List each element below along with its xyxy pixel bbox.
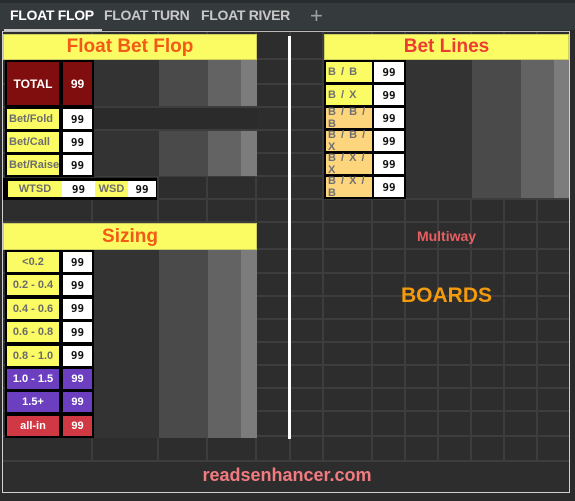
bet-line-value[interactable]: 99 — [372, 60, 406, 84]
tab-float-flop[interactable]: FLOAT FLOP — [4, 7, 102, 32]
shade — [208, 131, 241, 176]
sizing-label: 1.5+ — [5, 390, 61, 415]
bet-line-label: B / X / B — [324, 175, 374, 199]
sizing-value[interactable]: 99 — [61, 273, 94, 298]
wtsd-label: WTSD — [8, 181, 62, 197]
bet-line-value[interactable]: 99 — [372, 175, 406, 199]
total-value[interactable]: 99 — [61, 60, 94, 107]
bet-line-value[interactable]: 99 — [372, 129, 406, 153]
sizing-value[interactable]: 99 — [61, 367, 94, 391]
shade — [472, 60, 521, 198]
total-label: TOTAL — [5, 60, 61, 107]
shade — [159, 250, 208, 438]
shade — [241, 60, 257, 106]
shade — [93, 131, 159, 176]
wtsd-value[interactable]: 99 — [62, 181, 95, 197]
sizing-label: 0.2 - 0.4 — [5, 273, 61, 298]
bet-lines-header: Bet Lines — [324, 34, 569, 60]
stat-value[interactable]: 99 — [61, 130, 94, 154]
tab-float-turn[interactable]: FLOAT TURN — [104, 7, 190, 29]
bet-line-label: B / B — [324, 60, 374, 84]
sizing-value[interactable]: 99 — [61, 390, 94, 415]
bet-line-label: B / B / B — [324, 106, 374, 130]
sizing-value[interactable]: 99 — [61, 296, 94, 321]
footer-link[interactable]: readsenhancer.com — [3, 465, 569, 486]
shade — [241, 250, 257, 438]
shade — [208, 250, 241, 438]
shade — [241, 131, 257, 176]
stat-label: Bet/Raise — [5, 153, 61, 177]
sizing-value[interactable]: 99 — [61, 320, 94, 345]
sizing-value[interactable]: 99 — [61, 343, 94, 368]
float-bet-flop-header: Float Bet Flop — [3, 34, 257, 60]
sizing-label: all-in — [5, 413, 61, 438]
stat-label: Bet/Call — [5, 130, 61, 154]
shade — [159, 60, 208, 106]
sizing-header: Sizing — [3, 223, 257, 250]
sizing-label: 0.8 - 1.0 — [5, 343, 61, 368]
shade — [93, 250, 159, 438]
section-divider — [288, 36, 291, 439]
shade — [554, 60, 569, 198]
shade — [521, 60, 554, 198]
shade — [208, 60, 241, 106]
tab-float-river[interactable]: FLOAT RIVER — [201, 7, 290, 29]
shade — [93, 108, 257, 129]
sizing-value[interactable]: 99 — [61, 413, 94, 438]
sizing-label: 0.6 - 0.8 — [5, 320, 61, 345]
grid-line — [3, 460, 569, 462]
sizing-label: 1.0 - 1.5 — [5, 367, 61, 391]
wsd-label: WSD — [95, 181, 128, 197]
bet-line-label: B / X — [324, 83, 374, 107]
wtsd-bar: WTSD 99 WSD 99 — [3, 178, 157, 200]
boards-label: BOARDS — [400, 284, 492, 307]
wsd-value[interactable]: 99 — [128, 181, 156, 197]
add-tab-icon[interactable]: + — [310, 5, 323, 27]
shade — [159, 131, 208, 176]
bet-line-value[interactable]: 99 — [372, 106, 406, 130]
bet-line-label: B / B / X — [324, 129, 374, 153]
shade — [93, 60, 159, 106]
bet-line-value[interactable]: 99 — [372, 152, 406, 176]
bet-line-value[interactable]: 99 — [372, 83, 406, 107]
sizing-label: <0.2 — [5, 250, 61, 274]
multiway-label: Multiway — [416, 228, 477, 244]
stat-value[interactable]: 99 — [61, 107, 94, 131]
sizing-value[interactable]: 99 — [61, 250, 94, 274]
stat-label: Bet/Fold — [5, 107, 61, 131]
bet-line-label: B / X / X — [324, 152, 374, 176]
stat-value[interactable]: 99 — [61, 153, 94, 177]
sizing-label: 0.4 - 0.6 — [5, 296, 61, 321]
shade — [406, 60, 472, 198]
hud-panel: Float Bet Flop TOTAL 99 Bet/Fold 99 Bet/Ca… — [2, 31, 570, 493]
tab-bar: FLOAT FLOP FLOAT TURN FLOAT RIVER + — [0, 0, 575, 32]
